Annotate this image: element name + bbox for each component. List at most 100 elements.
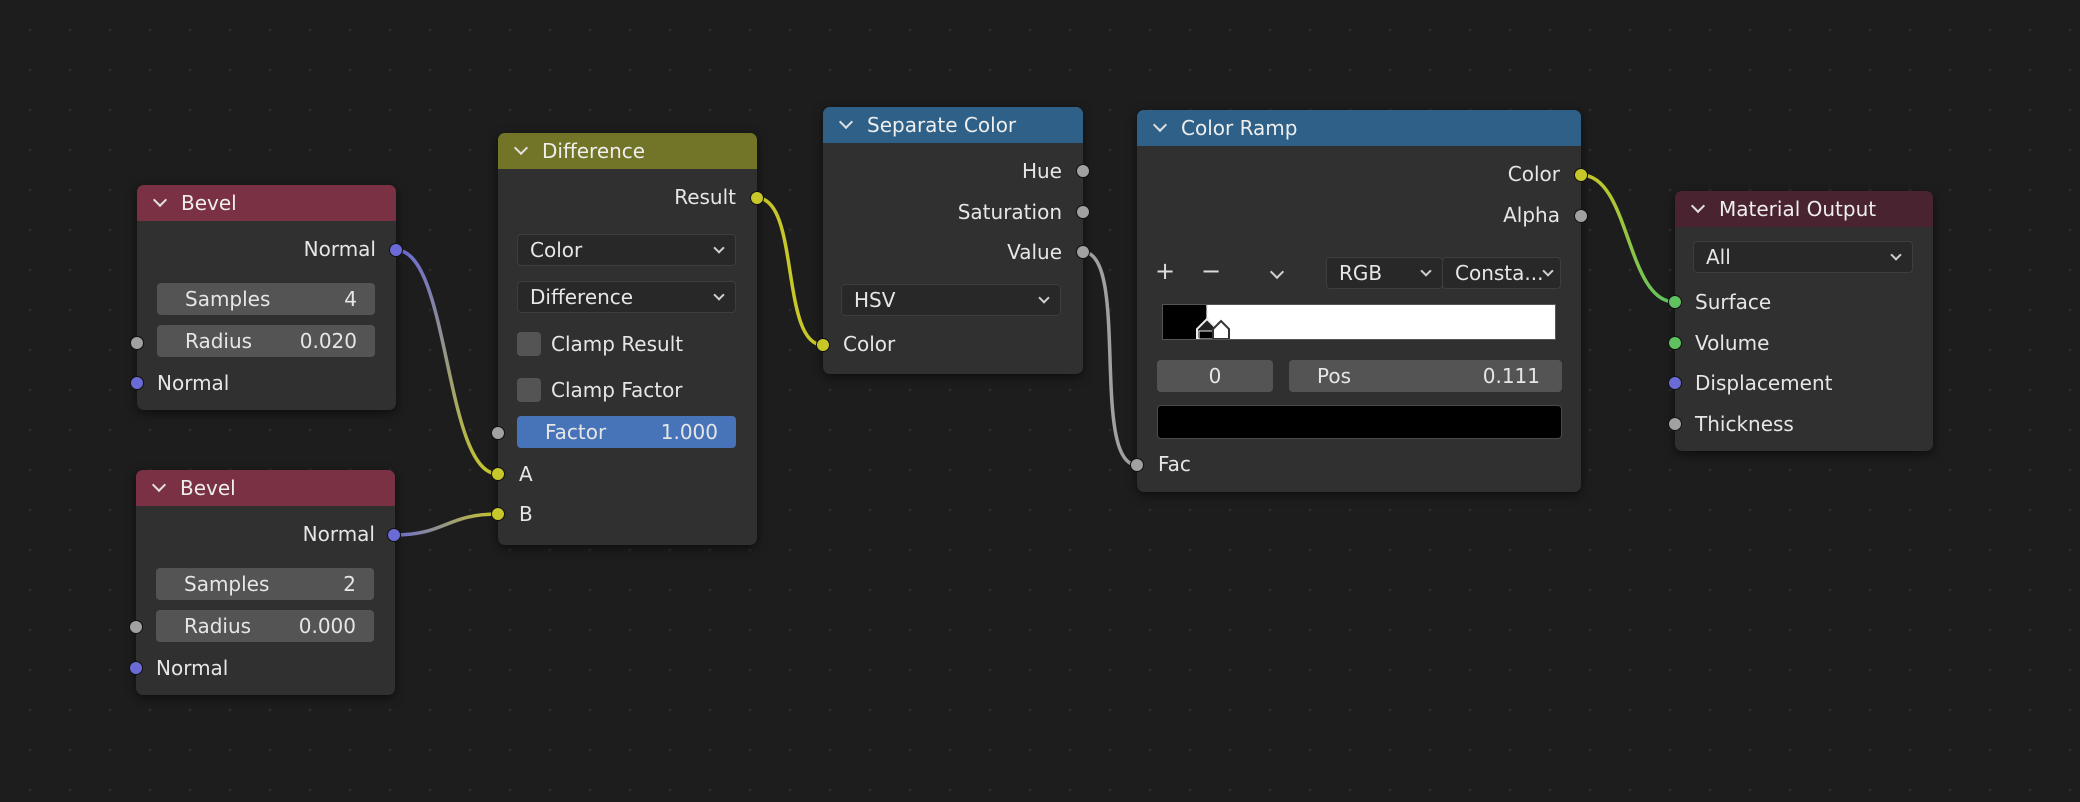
node-editor-canvas[interactable]: Bevel Normal Samples 4 Radius 0.020 Norm…	[0, 0, 2080, 802]
difference-b-input-socket[interactable]	[491, 507, 505, 521]
ramp-stop-handles[interactable]	[1191, 303, 1251, 339]
node-header[interactable]: Material Output	[1675, 191, 1933, 227]
color-ramp-node[interactable]: Color Ramp Color Alpha + − RGB Consta...…	[1137, 110, 1581, 492]
interpolation-dropdown[interactable]: Consta...	[1442, 257, 1561, 289]
samples-field[interactable]: Samples 4	[157, 283, 375, 315]
mode-dropdown[interactable]: HSV	[841, 284, 1061, 316]
stop-color-swatch[interactable]	[1157, 405, 1562, 439]
collapse-chevron-icon[interactable]	[1690, 198, 1706, 214]
radius-label: Radius	[185, 329, 253, 353]
bevel2-normal-output-socket[interactable]	[387, 528, 401, 542]
material-output-node[interactable]: Material Output All Surface Volume Displ…	[1675, 191, 1933, 451]
node-title: Separate Color	[867, 113, 1017, 137]
output-alpha-label: Alpha	[1503, 203, 1560, 227]
add-stop-button[interactable]: +	[1150, 256, 1180, 286]
output-normal-label: Normal	[303, 237, 376, 261]
factor-label: Factor	[545, 420, 607, 444]
chevron-down-icon	[713, 288, 725, 301]
bevel1-normal-output-socket[interactable]	[389, 243, 403, 257]
output-saturation-label: Saturation	[957, 200, 1062, 224]
color-mode-value: RGB	[1339, 261, 1383, 285]
color-mode-dropdown[interactable]: RGB	[1326, 257, 1443, 289]
chevron-down-icon	[713, 241, 725, 254]
ramp-fac-input-socket[interactable]	[1130, 458, 1144, 472]
collapse-chevron-icon[interactable]	[1152, 117, 1168, 133]
node-header[interactable]: Color Ramp	[1137, 110, 1581, 146]
output-thickness-input-socket[interactable]	[1668, 417, 1682, 431]
output-hue-label: Hue	[1021, 159, 1062, 183]
input-surface-label: Surface	[1695, 290, 1772, 314]
stop-index-field[interactable]: 0	[1157, 360, 1273, 392]
node-title: Bevel	[180, 476, 236, 500]
output-color-label: Color	[1507, 162, 1560, 186]
radius-field[interactable]: Radius 0.020	[157, 325, 375, 357]
bevel2-radius-input-socket[interactable]	[129, 620, 143, 634]
output-displacement-input-socket[interactable]	[1668, 376, 1682, 390]
ramp-color-output-socket[interactable]	[1574, 168, 1588, 182]
input-color-label: Color	[843, 332, 896, 356]
input-volume-label: Volume	[1695, 331, 1770, 355]
stop-marker-icon	[1212, 319, 1230, 339]
bevel-node-1[interactable]: Bevel Normal Samples 4 Radius 0.020 Norm…	[137, 185, 396, 410]
color-ramp-gradient[interactable]	[1162, 304, 1556, 340]
link-bevel1-to-diff-a	[395, 248, 499, 476]
bevel-node-2[interactable]: Bevel Normal Samples 2 Radius 0.000 Norm…	[136, 470, 395, 695]
bevel1-normal-input-socket[interactable]	[130, 376, 144, 390]
separate-color-input-socket[interactable]	[816, 338, 830, 352]
interpolation-value: Consta...	[1455, 261, 1544, 285]
separate-saturation-output-socket[interactable]	[1076, 205, 1090, 219]
pos-label: Pos	[1317, 364, 1352, 388]
ramp-alpha-output-socket[interactable]	[1574, 209, 1588, 223]
difference-a-input-socket[interactable]	[491, 467, 505, 481]
ramp-menu-chevron-icon[interactable]	[1269, 264, 1285, 280]
data-type-value: Color	[530, 238, 583, 262]
collapse-chevron-icon[interactable]	[151, 477, 167, 493]
samples-value: 2	[343, 572, 356, 596]
target-dropdown[interactable]: All	[1693, 241, 1913, 273]
bevel1-radius-input-socket[interactable]	[130, 336, 144, 350]
node-header[interactable]: Bevel	[136, 470, 395, 506]
output-result-label: Result	[674, 185, 736, 209]
link-result-to-color	[756, 196, 824, 347]
input-normal-label: Normal	[156, 656, 229, 680]
link-bevel2-to-diff-b	[393, 512, 499, 537]
stop-index-value: 0	[1208, 364, 1222, 388]
difference-node[interactable]: Difference Result Color Difference Clamp…	[498, 133, 757, 545]
radius-label: Radius	[184, 614, 252, 638]
link-value-to-fac	[1082, 250, 1138, 467]
node-header[interactable]: Bevel	[137, 185, 396, 221]
collapse-chevron-icon[interactable]	[513, 140, 529, 156]
chevron-down-icon	[1542, 264, 1554, 277]
separate-value-output-socket[interactable]	[1076, 245, 1090, 259]
mode-value: HSV	[854, 288, 896, 312]
pos-field[interactable]: Pos 0.111	[1289, 360, 1562, 392]
node-title: Bevel	[181, 191, 237, 215]
blend-mode-dropdown[interactable]: Difference	[517, 281, 736, 313]
clamp-result-checkbox[interactable]	[517, 332, 541, 356]
radius-field[interactable]: Radius 0.000	[156, 610, 374, 642]
collapse-chevron-icon[interactable]	[152, 192, 168, 208]
node-header[interactable]: Difference	[498, 133, 757, 169]
separate-hue-output-socket[interactable]	[1076, 164, 1090, 178]
data-type-dropdown[interactable]: Color	[517, 234, 736, 266]
node-title: Difference	[542, 139, 646, 163]
input-fac-label: Fac	[1158, 452, 1191, 476]
output-surface-input-socket[interactable]	[1668, 295, 1682, 309]
node-header[interactable]: Separate Color	[823, 107, 1083, 143]
remove-stop-button[interactable]: −	[1196, 256, 1226, 286]
chevron-down-icon	[1038, 291, 1050, 304]
separate-color-node[interactable]: Separate Color Hue Saturation Value HSV …	[823, 107, 1083, 374]
node-title: Material Output	[1719, 197, 1877, 221]
difference-factor-input-socket[interactable]	[491, 426, 505, 440]
clamp-factor-checkbox[interactable]	[517, 378, 541, 402]
difference-result-output-socket[interactable]	[750, 191, 764, 205]
radius-value: 0.000	[298, 614, 356, 638]
link-color-to-surface	[1580, 173, 1676, 304]
samples-field[interactable]: Samples 2	[156, 568, 374, 600]
bevel2-normal-input-socket[interactable]	[129, 661, 143, 675]
radius-value: 0.020	[299, 329, 357, 353]
blend-mode-value: Difference	[530, 285, 634, 309]
collapse-chevron-icon[interactable]	[838, 114, 854, 130]
factor-field[interactable]: Factor 1.000	[517, 416, 736, 448]
output-volume-input-socket[interactable]	[1668, 336, 1682, 350]
